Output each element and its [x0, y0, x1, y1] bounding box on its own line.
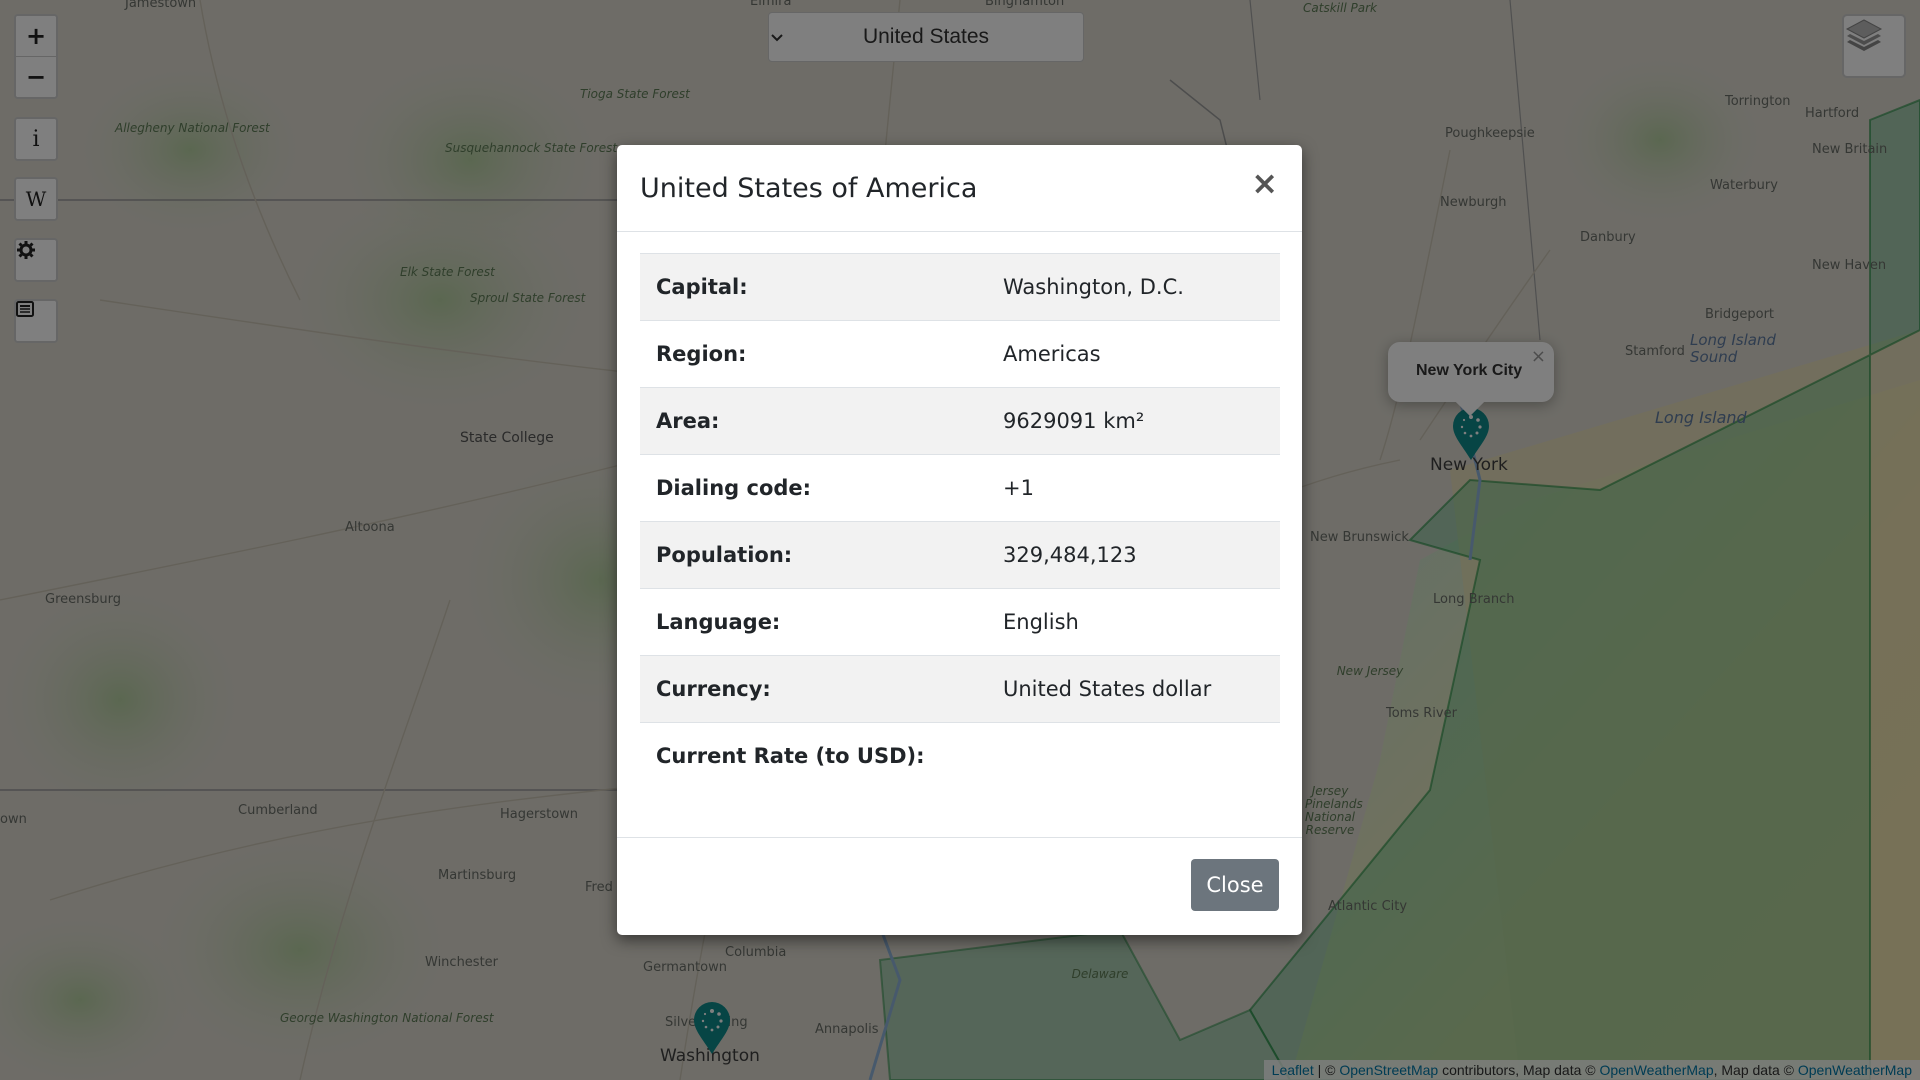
table-row: Current Rate (to USD): [640, 722, 1280, 790]
country-info-table: Capital: Washington, D.C. Region: Americ… [640, 253, 1280, 790]
row-value: Washington, D.C. [1003, 275, 1184, 299]
row-value: 329,484,123 [1003, 543, 1137, 567]
row-value: Americas [1003, 342, 1101, 366]
row-label: Region: [656, 342, 747, 366]
row-value [987, 723, 1280, 790]
row-label: Capital: [656, 275, 748, 299]
modal-body: Capital: Washington, D.C. Region: Americ… [640, 253, 1280, 790]
modal-title: United States of America [640, 173, 978, 204]
row-label: Language: [656, 610, 781, 634]
table-row: Area: 9629091 km² [640, 387, 1280, 455]
country-info-modal: United States of America × Capital: Wash… [617, 145, 1302, 935]
table-row: Capital: Washington, D.C. [640, 253, 1280, 321]
table-row: Region: Americas [640, 320, 1280, 388]
table-row: Currency: United States dollar [640, 655, 1280, 723]
row-value: English [1003, 610, 1079, 634]
row-label: Dialing code: [656, 476, 812, 500]
row-label: Population: [656, 543, 793, 567]
close-button[interactable]: Close [1191, 859, 1279, 911]
modal-footer: Close [617, 837, 1302, 936]
row-label: Current Rate (to USD): [656, 744, 925, 769]
row-value: 9629091 km² [1003, 409, 1145, 433]
table-row: Language: English [640, 588, 1280, 656]
modal-close-icon[interactable]: × [1251, 167, 1278, 199]
row-label: Currency: [656, 677, 771, 701]
row-label: Area: [656, 409, 720, 433]
row-value: +1 [1003, 476, 1034, 500]
table-row: Dialing code: +1 [640, 454, 1280, 522]
table-row: Population: 329,484,123 [640, 521, 1280, 589]
row-value: United States dollar [1003, 677, 1212, 701]
modal-header: United States of America × [617, 145, 1302, 232]
